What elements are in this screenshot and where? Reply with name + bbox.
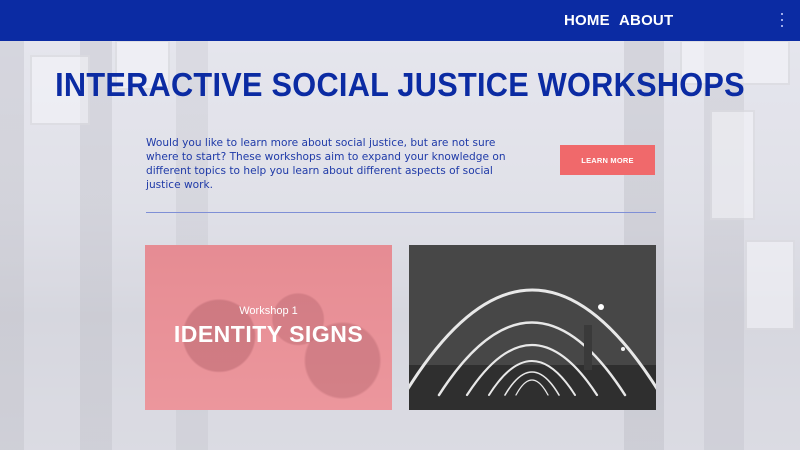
workshop-card-title: IDENTITY SIGNS — [173, 321, 364, 347]
nav-about-link[interactable]: ABOUT — [619, 12, 673, 29]
nav-home-link[interactable]: HOME — [564, 12, 610, 29]
workshop-card-identity-signs[interactable]: Workshop 1 IDENTITY SIGNS — [145, 245, 392, 410]
vertical-dots-icon[interactable] — [779, 13, 785, 27]
top-navigation-bar: HOME ABOUT — [0, 0, 800, 41]
learn-more-button[interactable]: LEARN MORE — [560, 145, 655, 175]
page-title: INTERACTIVE SOCIAL JUSTICE WORKSHOPS — [55, 66, 745, 103]
intro-paragraph: Would you like to learn more about socia… — [146, 137, 506, 191]
workshop-card-tunnel-photo[interactable] — [409, 245, 656, 410]
section-divider — [146, 212, 656, 213]
tunnel-arches-photo — [409, 245, 656, 410]
workshop-card-kicker: Workshop 1 — [239, 305, 298, 317]
